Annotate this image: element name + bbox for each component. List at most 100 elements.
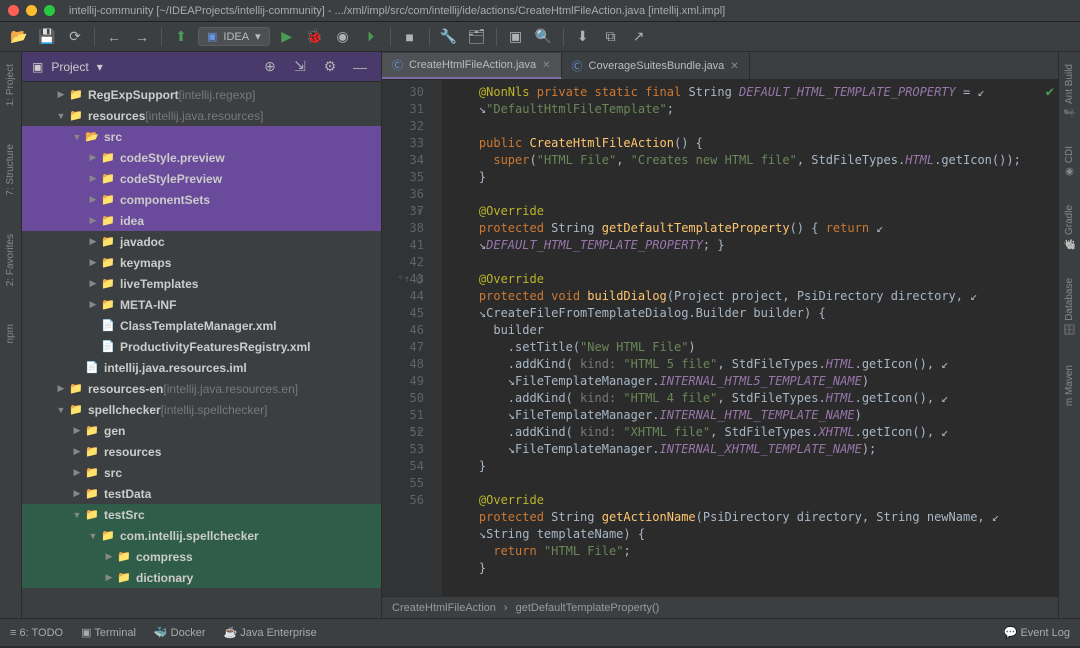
stop-icon[interactable]: ■ bbox=[399, 26, 421, 48]
status-item[interactable]: 🐳 Docker bbox=[154, 627, 206, 639]
close-window[interactable] bbox=[8, 5, 19, 16]
collapse-icon[interactable]: ⇲ bbox=[289, 56, 311, 78]
tree-node[interactable]: ▶📁gen bbox=[22, 420, 381, 441]
right-tool[interactable]: 🗄 Database bbox=[1064, 274, 1075, 340]
separator bbox=[429, 28, 430, 46]
tool-icon[interactable]: 🔧 bbox=[438, 26, 460, 48]
tool-structure[interactable]: 7: Structure bbox=[5, 140, 16, 200]
code-content[interactable]: @NonNls private static final String DEFA… bbox=[442, 80, 1058, 596]
locate-icon[interactable]: ⊕ bbox=[259, 56, 281, 78]
project-tool-window: ▣ Project ▾ ⊕ ⇲ ⚙ — ▶📁RegExpSupport [int… bbox=[22, 52, 382, 618]
status-item[interactable]: ≡ 6: TODO bbox=[10, 627, 63, 639]
tree-node[interactable]: ▼📁testSrc bbox=[22, 504, 381, 525]
status-item[interactable]: ▣ Terminal bbox=[81, 627, 136, 639]
right-tool[interactable]: ◉ CDI bbox=[1064, 142, 1075, 181]
tree-node[interactable]: ▼📁resources [intellij.java.resources] bbox=[22, 105, 381, 126]
structure-icon[interactable]: ▣ bbox=[505, 26, 527, 48]
chevron-down-icon: ▾ bbox=[255, 30, 261, 43]
tree-node[interactable]: ▶📁componentSets bbox=[22, 189, 381, 210]
tree-node[interactable]: ▶📁testData bbox=[22, 483, 381, 504]
tree-node[interactable]: ▶📁src bbox=[22, 462, 381, 483]
debug-icon[interactable]: 🐞 bbox=[304, 26, 326, 48]
tree-node[interactable]: 📄ProductivityFeaturesRegistry.xml bbox=[22, 336, 381, 357]
coverage-icon[interactable]: ◉ bbox=[332, 26, 354, 48]
tree-node[interactable]: ▶📁dictionary bbox=[22, 567, 381, 588]
save-icon[interactable]: 💾 bbox=[36, 26, 58, 48]
tree-node[interactable]: ▼📁spellchecker [intellij.spellchecker] bbox=[22, 399, 381, 420]
tree-node[interactable]: ▶📁javadoc bbox=[22, 231, 381, 252]
editor-area: ⒸCreateHtmlFileAction.java✕ⒸCoverageSuit… bbox=[382, 52, 1058, 618]
refresh-icon[interactable]: ⟳ bbox=[64, 26, 86, 48]
separator bbox=[496, 28, 497, 46]
search-icon[interactable]: 🔍 bbox=[533, 26, 555, 48]
chevron-right-icon: › bbox=[504, 602, 508, 614]
close-tab-icon[interactable]: ✕ bbox=[730, 61, 738, 72]
editor-tab[interactable]: ⒸCoverageSuitesBundle.java✕ bbox=[562, 53, 750, 79]
profile-icon[interactable]: ⏵ bbox=[360, 26, 382, 48]
tool-project[interactable]: 1: Project bbox=[5, 60, 16, 110]
build-icon[interactable]: ⬆ bbox=[170, 26, 192, 48]
code-editor[interactable]: 3031323334353637ᵒ↑38414243ᵒ↑ @4445464748… bbox=[382, 80, 1058, 596]
project-title: Project bbox=[51, 60, 88, 74]
line-gutter[interactable]: 3031323334353637ᵒ↑38414243ᵒ↑ @4445464748… bbox=[382, 80, 442, 596]
event-log[interactable]: 💬 Event Log bbox=[1004, 626, 1070, 639]
open-icon[interactable]: 📂 bbox=[8, 26, 30, 48]
separator bbox=[563, 28, 564, 46]
window-title: intellij-community [~/IDEAProjects/intel… bbox=[69, 5, 725, 17]
window-controls bbox=[8, 5, 55, 16]
hide-icon[interactable]: — bbox=[349, 56, 371, 78]
tree-node[interactable]: ▶📁liveTemplates bbox=[22, 273, 381, 294]
tree-node[interactable]: ▶📁META-INF bbox=[22, 294, 381, 315]
status-bar: ≡ 6: TODO ▣ Terminal 🐳 Docker ☕ Java Enterp… bbox=[0, 618, 1080, 646]
tree-node[interactable]: ▶📁resources-en [intellij.java.resources.… bbox=[22, 378, 381, 399]
minimize-window[interactable] bbox=[26, 5, 37, 16]
breadcrumb-bar: CreateHtmlFileAction › getDefaultTemplat… bbox=[382, 596, 1058, 618]
vcs3-icon[interactable]: ↗ bbox=[628, 26, 650, 48]
project-header: ▣ Project ▾ ⊕ ⇲ ⚙ — bbox=[22, 52, 381, 82]
run-config-icon: ▣ bbox=[207, 30, 217, 43]
forward-icon[interactable]: → bbox=[131, 26, 153, 48]
right-tool-stripe: 🐜 Ant Build ◉ CDI 🐘 Gradle 🗄 Database m Mave… bbox=[1058, 52, 1080, 618]
right-tool[interactable]: 🐘 Gradle bbox=[1064, 201, 1075, 254]
tree-node[interactable]: ▶📁codeStyle.preview bbox=[22, 147, 381, 168]
run-config-select[interactable]: ▣ IDEA ▾ bbox=[198, 27, 270, 46]
chevron-down-icon[interactable]: ▾ bbox=[97, 60, 103, 74]
tool2-icon[interactable]: 🗂 bbox=[466, 26, 488, 48]
tree-node[interactable]: ▶📁idea bbox=[22, 210, 381, 231]
tool-npm[interactable]: npm bbox=[5, 320, 16, 347]
tool-favorites[interactable]: 2: Favorites bbox=[5, 230, 16, 290]
separator bbox=[390, 28, 391, 46]
right-tool[interactable]: 🐜 Ant Build bbox=[1064, 60, 1075, 122]
left-tool-stripe: 1: Project 7: Structure 2: Favorites npm bbox=[0, 52, 22, 618]
tree-node[interactable]: ▶📁RegExpSupport [intellij.regexp] bbox=[22, 84, 381, 105]
tree-node[interactable]: ▼📂src bbox=[22, 126, 381, 147]
tree-node[interactable]: ▶📁codeStylePreview bbox=[22, 168, 381, 189]
tree-node[interactable]: ▶📁keymaps bbox=[22, 252, 381, 273]
status-item[interactable]: ☕ Java Enterprise bbox=[224, 627, 317, 639]
tree-node[interactable]: ▶📁resources bbox=[22, 441, 381, 462]
main-toolbar: 📂 💾 ⟳ ← → ⬆ ▣ IDEA ▾ ▶ 🐞 ◉ ⏵ ■ 🔧 🗂 ▣ 🔍 ⬇… bbox=[0, 22, 1080, 52]
breadcrumb-item[interactable]: CreateHtmlFileAction bbox=[392, 602, 496, 614]
breadcrumb-item[interactable]: getDefaultTemplateProperty() bbox=[516, 602, 660, 614]
project-tree[interactable]: ▶📁RegExpSupport [intellij.regexp]▼📁resou… bbox=[22, 82, 381, 618]
close-tab-icon[interactable]: ✕ bbox=[542, 60, 550, 71]
editor-tabs: ⒸCreateHtmlFileAction.java✕ⒸCoverageSuit… bbox=[382, 52, 1058, 80]
gear-icon[interactable]: ⚙ bbox=[319, 56, 341, 78]
separator bbox=[94, 28, 95, 46]
back-icon[interactable]: ← bbox=[103, 26, 125, 48]
inspection-ok-icon[interactable]: ✔ bbox=[1046, 84, 1054, 101]
editor-tab[interactable]: ⒸCreateHtmlFileAction.java✕ bbox=[382, 53, 562, 79]
run-config-label: IDEA bbox=[223, 31, 249, 43]
project-view-icon: ▣ bbox=[32, 60, 43, 74]
separator bbox=[161, 28, 162, 46]
tree-node[interactable]: ▼📁com.intellij.spellchecker bbox=[22, 525, 381, 546]
vcs2-icon[interactable]: ⧉ bbox=[600, 26, 622, 48]
tree-node[interactable]: ▶📁compress bbox=[22, 546, 381, 567]
tree-node[interactable]: 📄intellij.java.resources.iml bbox=[22, 357, 381, 378]
tree-node[interactable]: 📄ClassTemplateManager.xml bbox=[22, 315, 381, 336]
right-tool[interactable]: m Maven bbox=[1064, 361, 1075, 410]
run-icon[interactable]: ▶ bbox=[276, 26, 298, 48]
title-bar: intellij-community [~/IDEAProjects/intel… bbox=[0, 0, 1080, 22]
vcs-icon[interactable]: ⬇ bbox=[572, 26, 594, 48]
maximize-window[interactable] bbox=[44, 5, 55, 16]
